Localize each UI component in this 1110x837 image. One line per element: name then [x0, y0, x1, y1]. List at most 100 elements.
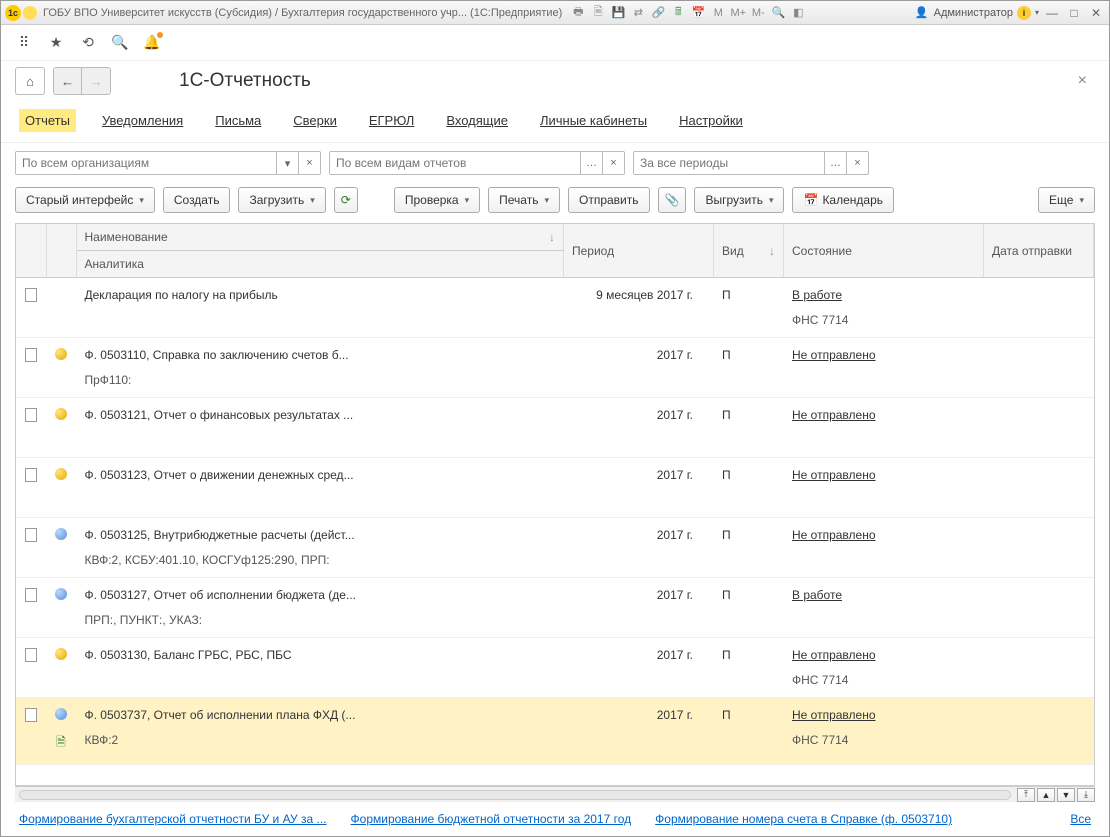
user-icon: 👤 [914, 5, 930, 21]
apps-icon[interactable]: ⠿ [15, 34, 33, 52]
close-button[interactable]: ✕ [1087, 5, 1105, 21]
period-filter-more[interactable]: … [824, 152, 846, 174]
status-link[interactable]: Не отправлено [792, 468, 876, 482]
document-icon [25, 648, 37, 662]
calc-icon[interactable]: 🖩 [670, 5, 686, 21]
table-row[interactable]: Ф. 0503127, Отчет об исполнении бюджета … [16, 578, 1094, 614]
save-icon[interactable]: 💾 [610, 5, 626, 21]
document-icon [25, 588, 37, 602]
app-dropdown-icon[interactable] [23, 6, 37, 20]
app-logo-icon: 1c [5, 5, 21, 21]
cell-sub-status [784, 553, 984, 578]
compare-icon[interactable]: ⇄ [630, 5, 646, 21]
col-kind[interactable]: Вид↓ [714, 224, 784, 278]
create-button[interactable]: Создать [163, 187, 231, 213]
print-icon[interactable]: 🖶 [570, 5, 586, 21]
minimize-button[interactable]: — [1043, 5, 1061, 21]
more-button[interactable]: Еще▾ [1038, 187, 1095, 213]
tab-reports[interactable]: Отчеты [19, 109, 76, 132]
close-page-button[interactable]: × [1070, 72, 1095, 90]
table-row[interactable]: Ф. 0503130, Баланс ГРБС, РБС, ПБС 2017 г… [16, 638, 1094, 674]
attach-button[interactable]: 📎 [658, 187, 687, 213]
table-row[interactable]: Ф. 0503123, Отчет о движении денежных ср… [16, 458, 1094, 494]
calendar-icon[interactable]: 📅 [690, 5, 706, 21]
footer-link-all[interactable]: Все [1070, 812, 1091, 826]
forward-button[interactable]: → [82, 68, 110, 94]
status-dot-icon [55, 708, 67, 720]
tab-egrul[interactable]: ЕГРЮЛ [363, 109, 420, 132]
col-status[interactable]: Состояние [784, 224, 984, 278]
org-filter-dropdown[interactable]: ▾ [276, 152, 298, 174]
type-filter-clear[interactable]: × [602, 152, 624, 174]
panels-icon[interactable]: ◧ [790, 5, 806, 21]
refresh-button[interactable]: ⟳ [334, 187, 358, 213]
zoom-icon[interactable]: 🔍 [770, 5, 786, 21]
horizontal-scrollbar[interactable]: ⤒ ▲ ▼ ⤓ [15, 786, 1095, 802]
table-row[interactable]: Ф. 0503737, Отчет об исполнении плана ФХ… [16, 698, 1094, 734]
cell-name: Ф. 0503125, Внутрибюджетные расчеты (дей… [76, 518, 564, 554]
status-link[interactable]: Не отправлено [792, 708, 876, 722]
table-row[interactable]: Ф. 0503110, Справка по заключению счетов… [16, 338, 1094, 374]
org-filter-clear[interactable]: × [298, 152, 320, 174]
send-button[interactable]: Отправить [568, 187, 650, 213]
status-link[interactable]: Не отправлено [792, 648, 876, 662]
tab-cabinets[interactable]: Личные кабинеты [534, 109, 653, 132]
col-period[interactable]: Период [564, 224, 714, 278]
m-minus-icon[interactable]: M- [750, 5, 766, 21]
status-link[interactable]: Не отправлено [792, 528, 876, 542]
tab-incoming[interactable]: Входящие [440, 109, 514, 132]
table-row-sub: 🗎 КВФ:2 ФНС 7714 [16, 733, 1094, 765]
preview-icon[interactable]: 🗎 [590, 5, 606, 21]
old-interface-button[interactable]: Старый интерфейс▾ [15, 187, 155, 213]
history-icon[interactable]: ⟲ [79, 34, 97, 52]
table-row[interactable]: Декларация по налогу на прибыль 9 месяце… [16, 278, 1094, 314]
footer-link-3[interactable]: Формирование номера счета в Справке (ф. … [655, 812, 952, 826]
search-icon[interactable]: 🔍 [111, 34, 129, 52]
table-row[interactable]: Ф. 0503121, Отчет о финансовых результат… [16, 398, 1094, 434]
type-filter-more[interactable]: … [580, 152, 602, 174]
cell-period: 2017 г. [564, 338, 714, 374]
status-dot-icon [55, 528, 67, 540]
tab-letters[interactable]: Письма [209, 109, 267, 132]
document-icon [25, 468, 37, 482]
period-filter-input[interactable] [634, 152, 824, 174]
link-icon[interactable]: 🔗 [650, 5, 666, 21]
load-button[interactable]: Загрузить▾ [238, 187, 325, 213]
cell-kind: П [714, 638, 784, 674]
tab-settings[interactable]: Настройки [673, 109, 749, 132]
calendar-button[interactable]: 📅 Календарь [792, 187, 894, 213]
cell-analytics [76, 493, 564, 518]
org-filter-input[interactable] [16, 152, 276, 174]
tab-reconciliations[interactable]: Сверки [287, 109, 343, 132]
home-button[interactable]: ⌂ [15, 67, 45, 95]
scroll-down-icon[interactable]: ▼ [1057, 788, 1075, 802]
col-name[interactable]: Наименование↓ [76, 224, 564, 251]
period-filter-clear[interactable]: × [846, 152, 868, 174]
status-link[interactable]: Не отправлено [792, 348, 876, 362]
scroll-bottom-icon[interactable]: ⤓ [1077, 788, 1095, 802]
check-button[interactable]: Проверка▾ [394, 187, 480, 213]
col-sent-date[interactable]: Дата отправки [984, 224, 1094, 278]
scroll-top-icon[interactable]: ⤒ [1017, 788, 1035, 802]
notifications-icon[interactable]: 🔔 [143, 34, 161, 52]
scroll-up-icon[interactable]: ▲ [1037, 788, 1055, 802]
status-link[interactable]: Не отправлено [792, 408, 876, 422]
footer-link-2[interactable]: Формирование бюджетной отчетности за 201… [351, 812, 632, 826]
m-icon[interactable]: M [710, 5, 726, 21]
export-button[interactable]: Выгрузить▾ [694, 187, 784, 213]
back-button[interactable]: ← [54, 68, 82, 94]
m-plus-icon[interactable]: M+ [730, 5, 746, 21]
user-label: Администратор [934, 7, 1013, 19]
maximize-button[interactable]: □ [1065, 5, 1083, 21]
window-title: ГОБУ ВПО Университет искусств (Субсидия)… [43, 7, 562, 19]
info-icon[interactable]: i [1017, 6, 1031, 20]
status-link[interactable]: В работе [792, 588, 842, 602]
print-button[interactable]: Печать▾ [488, 187, 560, 213]
status-link[interactable]: В работе [792, 288, 842, 302]
col-analytics[interactable]: Аналитика [76, 251, 564, 278]
tab-notifications[interactable]: Уведомления [96, 109, 189, 132]
type-filter-input[interactable] [330, 152, 580, 174]
favorite-icon[interactable]: ★ [47, 34, 65, 52]
footer-link-1[interactable]: Формирование бухгалтерской отчетности БУ… [19, 812, 327, 826]
table-row[interactable]: Ф. 0503125, Внутрибюджетные расчеты (дей… [16, 518, 1094, 554]
